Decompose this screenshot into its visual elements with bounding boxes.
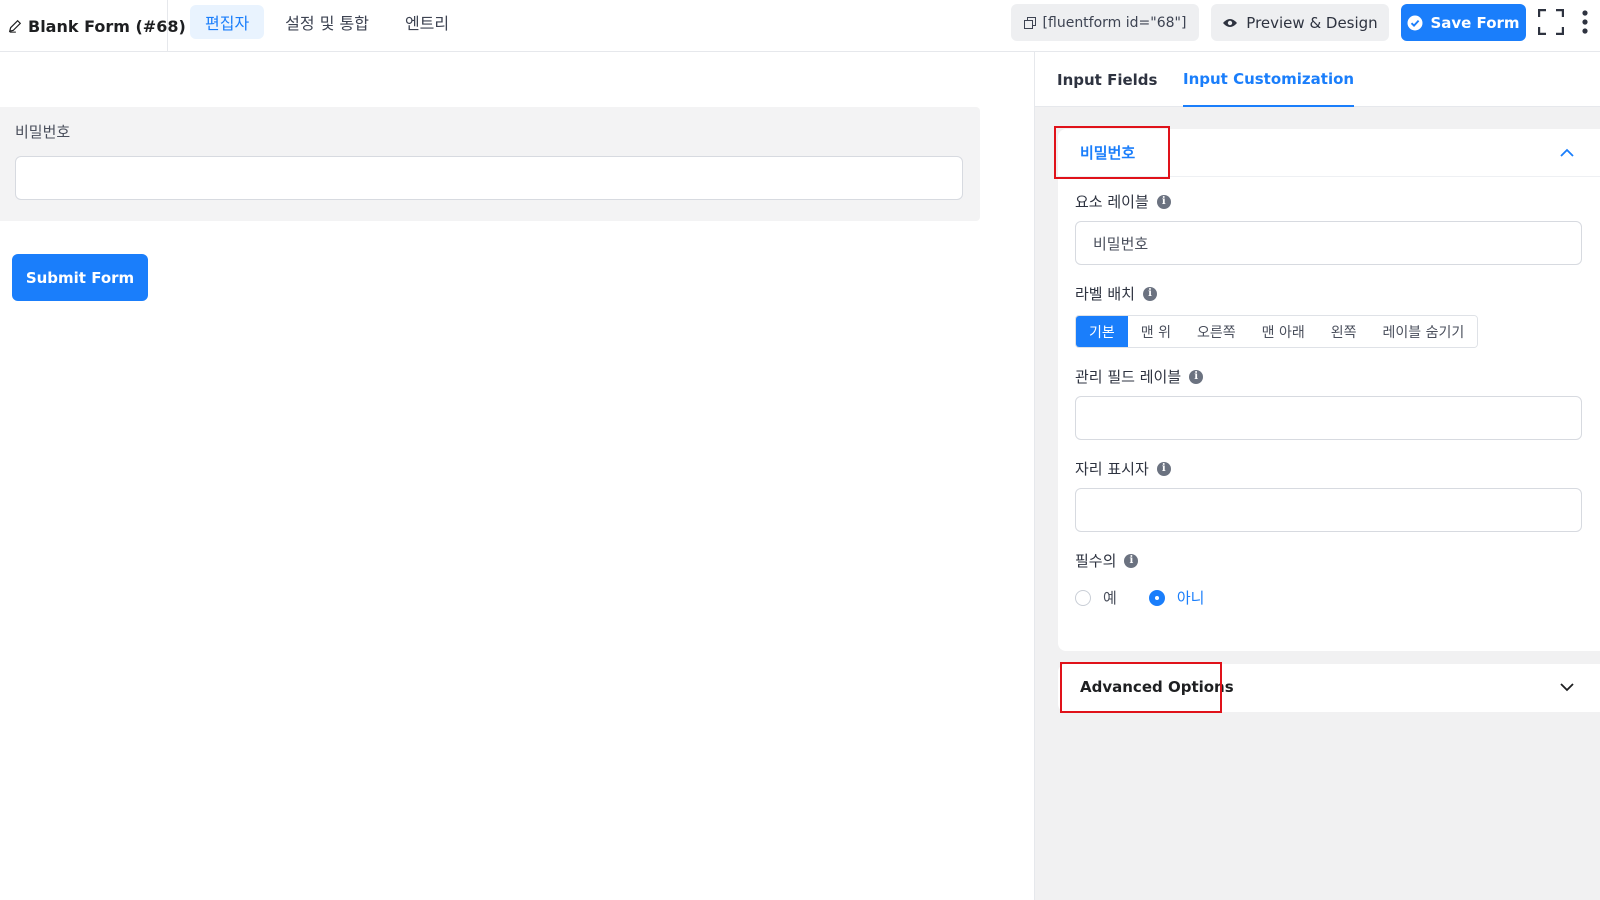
fullscreen-icon[interactable] [1538, 9, 1564, 35]
advanced-options-title: Advanced Options [1080, 678, 1234, 696]
save-label: Save Form [1430, 13, 1520, 32]
placement-option-bottom[interactable]: 맨 아래 [1248, 316, 1318, 347]
chevron-down-icon[interactable] [1558, 678, 1576, 696]
preview-label: Preview & Design [1246, 13, 1378, 32]
form-title: Blank Form (#68) [8, 12, 186, 40]
info-icon[interactable]: i [1156, 194, 1171, 209]
element-label-text: 요소 레이블 [1075, 193, 1149, 211]
placeholder-heading: 자리 표시자 i [1075, 458, 1171, 479]
eye-icon [1223, 18, 1238, 27]
shortcode-text: [fluentform id="68"] [1042, 14, 1187, 31]
required-text: 필수의 [1075, 552, 1117, 570]
tab-input-customization[interactable]: Input Customization [1183, 52, 1355, 107]
admin-field-label-heading: 관리 필드 레이블 i [1075, 366, 1204, 387]
required-no-option[interactable]: 아니 [1148, 587, 1205, 608]
tab-entries[interactable]: 엔트리 [390, 5, 464, 39]
panel-tabs: Input Fields Input Customization [1035, 52, 1600, 107]
element-label-input[interactable]: 비밀번호 [1075, 221, 1582, 265]
label-placement-segmented: 기본 맨 위 오른쪽 맨 아래 왼쪽 레이블 숨기기 [1075, 315, 1479, 348]
element-label-heading: 요소 레이블 i [1075, 191, 1171, 212]
label-placement-text: 라벨 배치 [1075, 285, 1135, 303]
radio-no[interactable] [1148, 589, 1165, 606]
preview-design-button[interactable]: Preview & Design [1211, 4, 1389, 41]
required-yes-label: 예 [1103, 589, 1117, 607]
placement-option-top[interactable]: 맨 위 [1127, 316, 1184, 347]
admin-field-label-input[interactable] [1075, 396, 1582, 440]
password-field-label: 비밀번호 [15, 123, 71, 141]
password-field-block[interactable]: 비밀번호 [0, 107, 980, 221]
required-radio-group: 예 아니 [1075, 587, 1204, 608]
check-circle-icon [1407, 15, 1423, 30]
info-icon[interactable]: i [1189, 369, 1204, 384]
section-title: 비밀번호 [1080, 144, 1136, 162]
customization-card: 비밀번호 요소 레이블 i 비밀번호 라벨 배치 i 기본 맨 위 오른쪽 맨 … [1054, 126, 1600, 651]
pen-icon [8, 19, 22, 33]
tab-settings-integrations[interactable]: 설정 및 통합 [270, 5, 384, 39]
top-bar: Blank Form (#68) 편집자 설정 및 통합 엔트리 [fluent… [0, 0, 1600, 52]
copy-icon [1023, 16, 1036, 29]
placement-option-left[interactable]: 왼쪽 [1317, 316, 1370, 347]
info-icon[interactable]: i [1156, 461, 1171, 476]
required-no-label: 아니 [1176, 589, 1205, 607]
required-heading: 필수의 i [1075, 550, 1139, 571]
form-title-text: Blank Form (#68) [28, 16, 186, 36]
admin-field-label-text: 관리 필드 레이블 [1075, 368, 1182, 386]
label-placement-heading: 라벨 배치 i [1075, 283, 1157, 304]
more-vertical-icon[interactable] [1581, 10, 1589, 34]
radio-yes[interactable] [1075, 589, 1091, 606]
settings-panel: Input Fields Input Customization 비밀번호 요소… [1034, 52, 1600, 900]
placement-option-default[interactable]: 기본 [1076, 316, 1128, 347]
placeholder-input[interactable] [1075, 488, 1582, 532]
submit-form-button[interactable]: Submit Form [12, 254, 148, 301]
section-header[interactable]: 비밀번호 [1054, 126, 1600, 179]
info-icon[interactable]: i [1142, 286, 1157, 301]
main-tabs: 편집자 설정 및 통합 엔트리 [190, 5, 464, 39]
chevron-up-icon[interactable] [1558, 144, 1576, 162]
shortcode-copy-button[interactable]: [fluentform id="68"] [1011, 4, 1199, 41]
placement-option-right[interactable]: 오른쪽 [1183, 316, 1249, 347]
tab-input-fields[interactable]: Input Fields [1057, 52, 1157, 107]
title-divider [167, 0, 168, 51]
placeholder-text: 자리 표시자 [1075, 460, 1149, 478]
info-icon[interactable]: i [1124, 553, 1139, 568]
save-form-button[interactable]: Save Form [1401, 4, 1526, 41]
tab-editor[interactable]: 편집자 [190, 5, 265, 39]
placement-option-hide[interactable]: 레이블 숨기기 [1369, 316, 1478, 347]
password-input-preview[interactable] [15, 156, 963, 200]
required-yes-option[interactable]: 예 [1075, 587, 1117, 608]
advanced-options-section[interactable]: Advanced Options [1058, 662, 1600, 713]
